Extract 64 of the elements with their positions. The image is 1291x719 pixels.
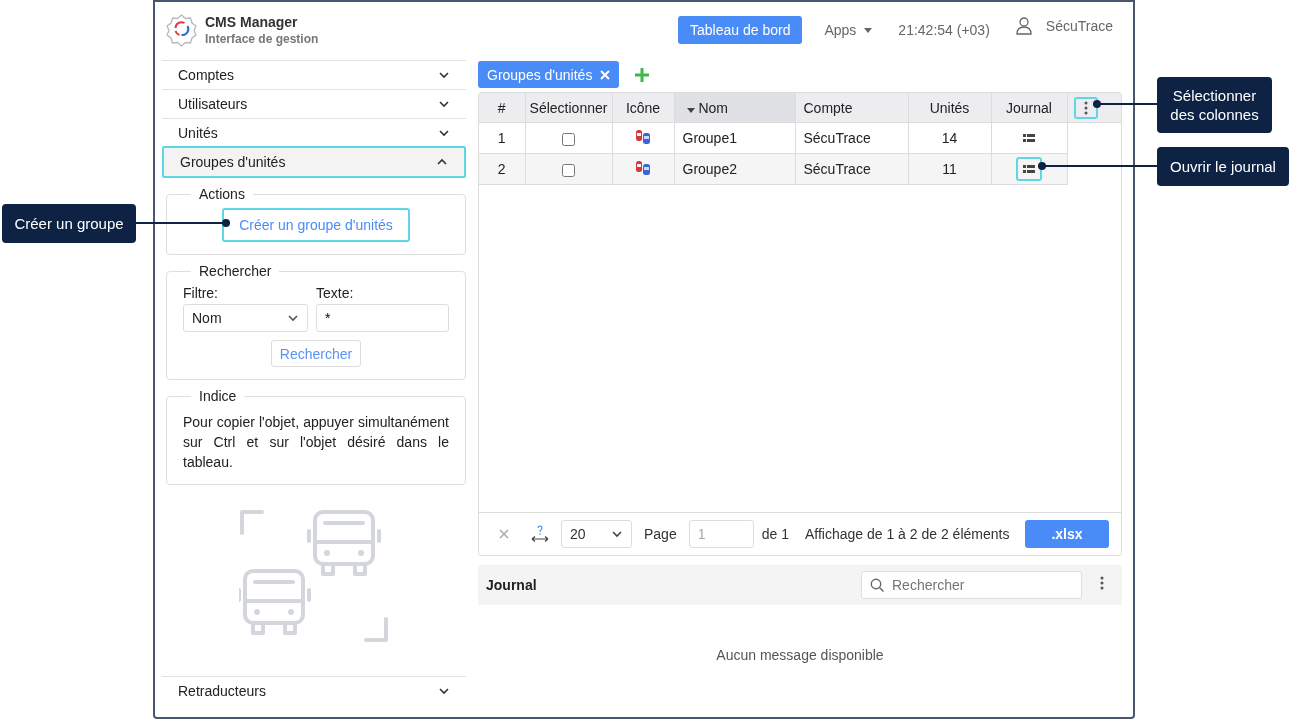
table-cell: 14 bbox=[908, 122, 991, 154]
filter-select[interactable]: Nom bbox=[183, 304, 308, 332]
chevron-down-icon bbox=[438, 127, 450, 139]
table-cell: Groupe2 bbox=[674, 153, 795, 185]
user-icon[interactable] bbox=[1015, 17, 1032, 35]
gear-logo-icon bbox=[166, 13, 197, 47]
pager-summary: Affichage de 1 à 2 de 2 éléments bbox=[804, 526, 1010, 542]
table-cell: 1 bbox=[479, 122, 525, 154]
field-label: Texte: bbox=[316, 285, 355, 301]
table-cell: Groupe1 bbox=[674, 122, 795, 154]
panel-legend: Rechercher bbox=[191, 263, 280, 279]
callout-label: Ouvrir le journal bbox=[1157, 147, 1289, 186]
list-icon bbox=[1023, 164, 1035, 174]
text-input-field[interactable]: * bbox=[316, 304, 449, 332]
empty-message: Aucun message disponible bbox=[715, 647, 885, 663]
cars-icon bbox=[635, 159, 651, 176]
row-checkbox[interactable] bbox=[562, 163, 575, 177]
column-header[interactable]: Sélectionner bbox=[525, 93, 612, 123]
fit-columns-icon[interactable] bbox=[531, 525, 549, 543]
accordion-header[interactable]: Comptes bbox=[162, 60, 466, 89]
sort-caret-icon bbox=[686, 107, 695, 113]
list-icon bbox=[1023, 133, 1035, 143]
field-label: Filtre: bbox=[183, 285, 219, 301]
callout-label: Sélectionner des colonnes bbox=[1157, 77, 1272, 133]
row-checkbox[interactable] bbox=[562, 132, 575, 146]
chevron-down-icon bbox=[438, 685, 450, 697]
chevron-down-icon bbox=[287, 312, 299, 324]
table-cell: 11 bbox=[908, 153, 991, 185]
column-header[interactable]: Icône bbox=[612, 93, 674, 123]
journal-title: Journal bbox=[486, 577, 537, 593]
chevron-down-icon bbox=[611, 528, 623, 540]
accordion-header[interactable]: Retraducteurs bbox=[162, 676, 466, 705]
chevron-down-icon bbox=[438, 69, 450, 81]
panel-legend: Actions bbox=[191, 186, 253, 202]
column-header[interactable]: Journal bbox=[991, 93, 1067, 123]
column-header[interactable]: Nom bbox=[674, 93, 795, 123]
apps-menu[interactable]: Apps bbox=[824, 22, 873, 38]
more-options-icon[interactable] bbox=[1100, 576, 1104, 590]
accordion-header[interactable]: Utilisateurs bbox=[162, 89, 466, 118]
search-icon bbox=[870, 578, 884, 592]
table-cell: 2 bbox=[479, 153, 525, 185]
caret-down-icon bbox=[864, 27, 873, 33]
user-name[interactable]: SécuTrace bbox=[1045, 18, 1113, 34]
cars-icon bbox=[635, 128, 651, 145]
callout-label: Créer un groupe bbox=[2, 204, 136, 243]
kebab-icon bbox=[1083, 100, 1088, 115]
chevron-down-icon bbox=[438, 98, 450, 110]
app-subtitle: Interface de gestion bbox=[205, 32, 319, 46]
table-cell: SécuTrace bbox=[795, 122, 908, 154]
hint-text: Pour copier l'objet, appuyer simultanément sur Ctrl et sur l'objet désiré dans le tableau. bbox=[183, 413, 449, 472]
panel-legend: Indice bbox=[191, 388, 245, 404]
page-label: Page bbox=[644, 526, 677, 542]
page-size-select[interactable]: 20 bbox=[561, 520, 632, 548]
plus-icon[interactable] bbox=[635, 67, 650, 82]
page-count: de 1 bbox=[761, 526, 789, 542]
app-title: CMS Manager bbox=[205, 14, 299, 30]
accordion-header[interactable]: Groupes d'unités bbox=[162, 146, 466, 178]
table-cell: SécuTrace bbox=[795, 153, 908, 185]
clock: 21:42:54 (+03) bbox=[898, 22, 990, 38]
column-header[interactable]: Compte bbox=[795, 93, 908, 123]
close-icon[interactable] bbox=[600, 69, 611, 80]
search-field[interactable]: Rechercher bbox=[861, 571, 1082, 599]
column-header[interactable]: # bbox=[479, 93, 525, 123]
column-header[interactable]: Unités bbox=[908, 93, 991, 123]
